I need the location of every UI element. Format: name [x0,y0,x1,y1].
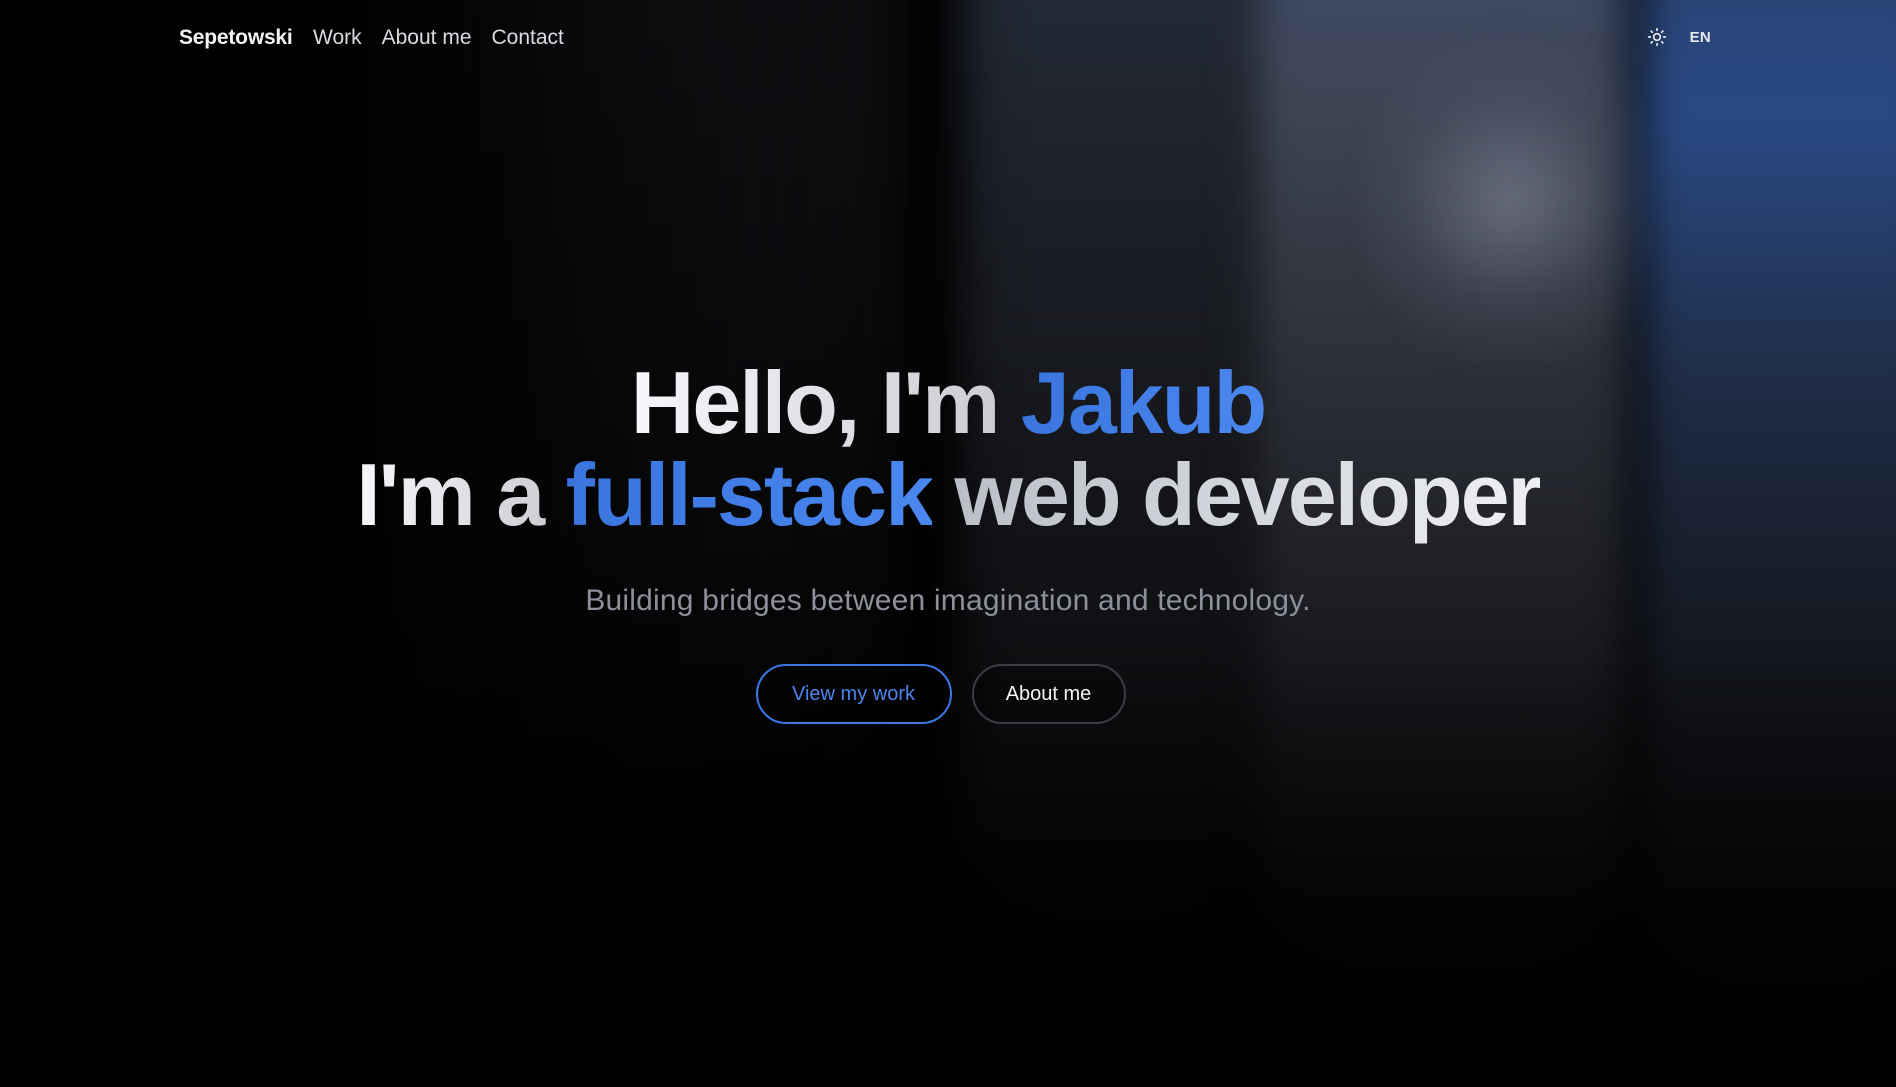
nav-links: Work About me Contact [313,26,564,50]
headline-line-1: Hello, I'm Jakub [630,353,1267,452]
name-highlight: Jakub [1020,353,1267,452]
nav-link-contact[interactable]: Contact [492,26,564,50]
theme-toggle-button[interactable] [1646,26,1668,48]
hero-tagline: Building bridges between imagination and… [585,584,1311,617]
brand-logo[interactable]: Sepetowski [179,26,293,50]
language-switcher[interactable]: EN [1690,29,1711,46]
top-navigation: Sepetowski Work About me Contact EN [0,0,1896,78]
headline-line-2: I'm a full-stack web developer [356,445,1542,544]
nav-link-work[interactable]: Work [313,26,362,50]
hero-actions: View my work About me [0,664,1896,724]
sun-icon [1647,27,1666,47]
about-me-button[interactable]: About me [971,664,1126,724]
nav-controls: EN [1646,26,1711,48]
role-suffix-text: web developer [932,445,1541,544]
role-prefix-text: I'm a [356,445,566,544]
nav-link-about-me[interactable]: About me [382,26,472,50]
greeting-text: Hello, I'm [630,353,1021,452]
page: Sepetowski Work About me Contact EN Hell… [0,0,1896,1087]
hero-headline: Hello, I'm Jakub I'm a full-stack web de… [0,357,1896,541]
view-my-work-button[interactable]: View my work [755,664,952,724]
role-highlight: full-stack [565,445,934,544]
